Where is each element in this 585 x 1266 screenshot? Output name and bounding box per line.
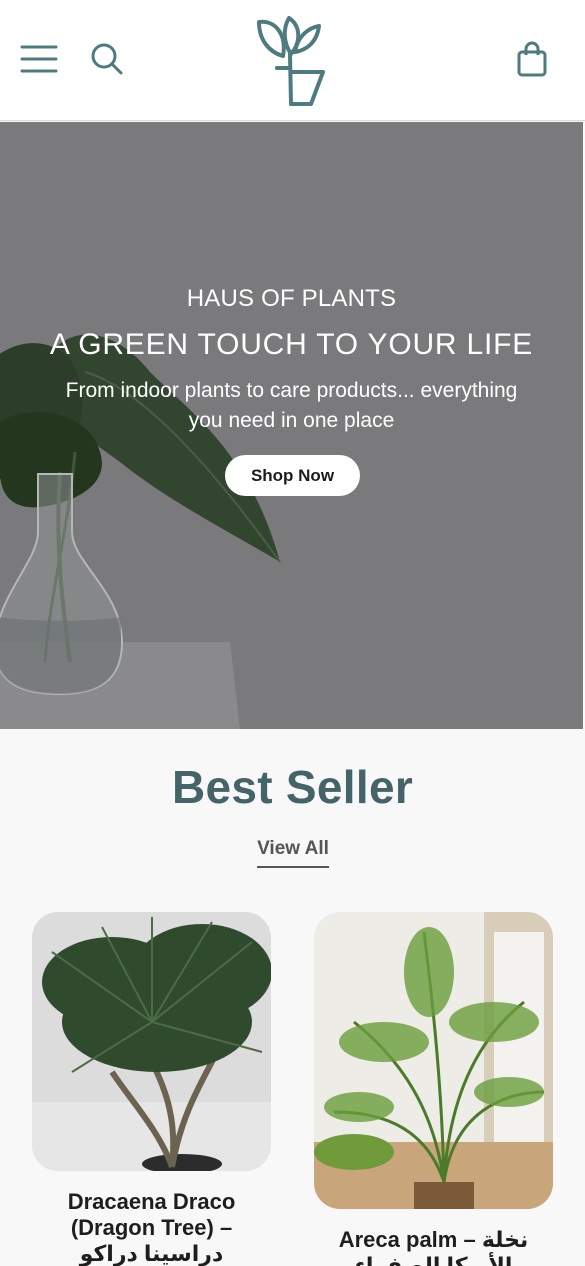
shop-now-button[interactable]: Shop Now — [225, 455, 360, 496]
product-image[interactable] — [314, 912, 553, 1209]
product-name[interactable]: Dracaena Draco (Dragon Tree) – دراسينا د… — [32, 1189, 271, 1266]
hero-eyebrow: HAUS OF PLANTS — [186, 285, 397, 312]
shopping-bag-icon[interactable] — [512, 40, 552, 80]
site-header — [0, 0, 585, 121]
plant-logo-icon[interactable] — [253, 12, 329, 108]
best-seller-title: Best Seller — [171, 761, 414, 813]
search-icon[interactable] — [88, 40, 128, 80]
product-image[interactable] — [32, 912, 271, 1171]
product-name[interactable]: Areca palm – نخلة الأريكا الصفراء — [314, 1227, 553, 1266]
hero-banner: HAUS OF PLANTS A GREEN TOUCH TO YOUR LIF… — [0, 122, 583, 729]
hamburger-menu-icon[interactable] — [18, 40, 60, 80]
view-all-link[interactable]: View All — [257, 838, 329, 868]
hero-subtitle: From indoor plants to care products... e… — [65, 379, 518, 432]
hero-title: A GREEN TOUCH TO YOUR LIFE — [49, 328, 534, 361]
